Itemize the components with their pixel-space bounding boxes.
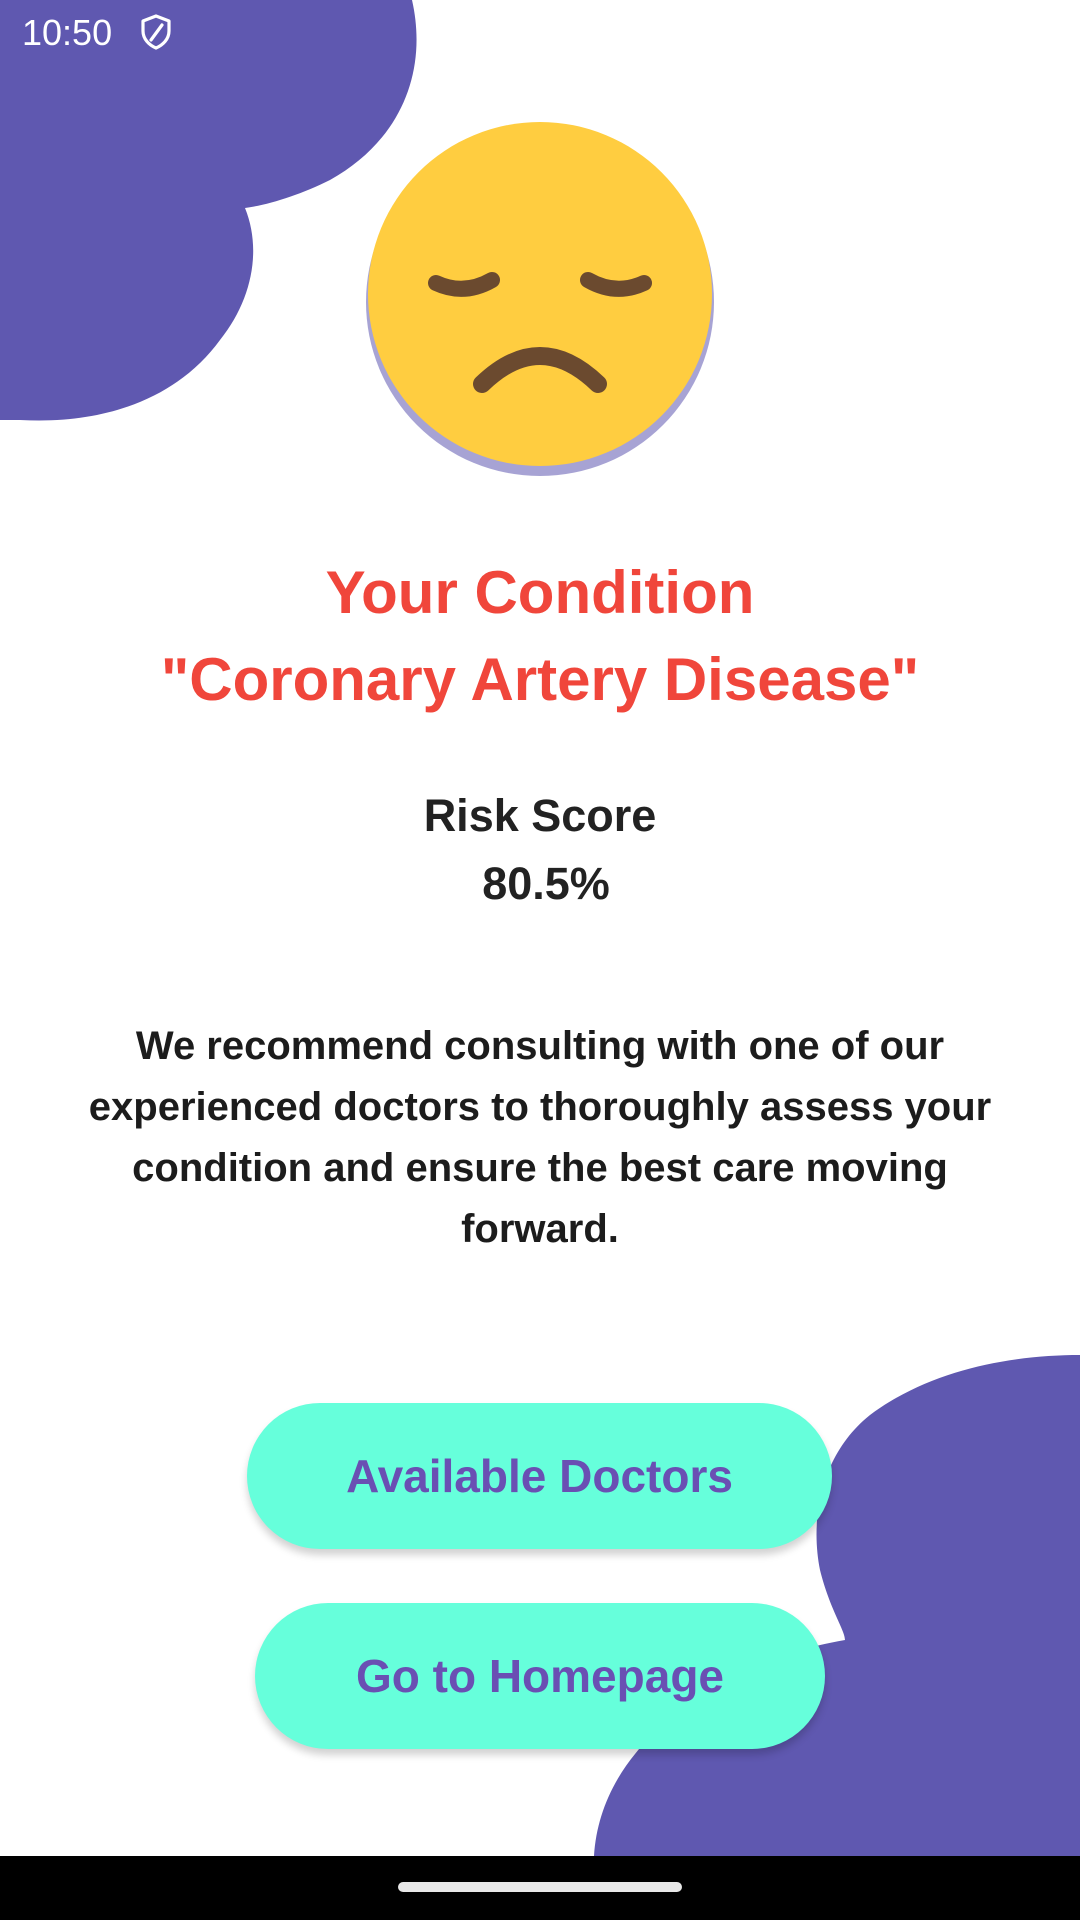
shield-icon <box>140 14 172 55</box>
risk-score-label: Risk Score <box>423 790 657 841</box>
recommendation-text: We recommend consulting with one of our … <box>88 1024 992 1251</box>
condition-title: Your Condition <box>325 559 755 626</box>
navigation-bar <box>0 1856 1080 1920</box>
home-indicator[interactable] <box>398 1882 682 1892</box>
available-doctors-button[interactable]: Available Doctors <box>247 1403 832 1549</box>
sad-face-icon <box>362 118 718 480</box>
condition-name: "Coronary Artery Disease" <box>160 646 920 713</box>
result-screen: 10:50 Your Condition "Coronary Artery Di… <box>0 0 1080 1920</box>
status-bar: 10:50 <box>0 0 1080 64</box>
risk-score-value: 80.5% <box>482 858 610 909</box>
status-time: 10:50 <box>22 12 113 53</box>
go-to-homepage-button[interactable]: Go to Homepage <box>255 1603 825 1749</box>
